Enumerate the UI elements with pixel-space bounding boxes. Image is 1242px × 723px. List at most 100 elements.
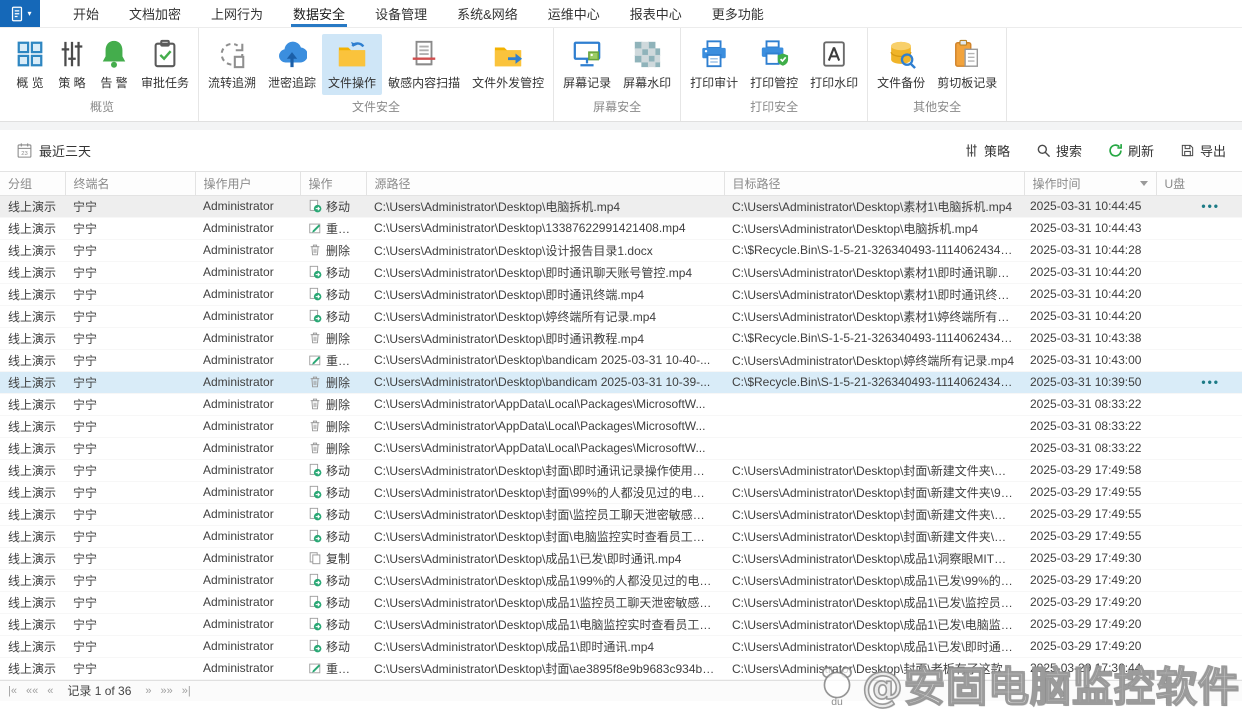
- table-row[interactable]: 线上演示 宁宁 Administrator 移动 C:\Users\Administra…: [0, 569, 1242, 592]
- menu-tab-more-features[interactable]: 更多功能: [697, 0, 779, 27]
- policy-button[interactable]: 策略: [964, 141, 1010, 160]
- refresh-button[interactable]: 刷新: [1108, 141, 1154, 160]
- row-actions-button[interactable]: •••: [1164, 199, 1234, 213]
- ribbon-item-screen-record[interactable]: 屏幕记录: [557, 34, 617, 95]
- menu-tab-report-center[interactable]: 报表中心: [615, 0, 697, 27]
- op-move-icon: [308, 617, 322, 632]
- table-row[interactable]: 线上演示 宁宁 Administrator 删除 C:\Users\Administra…: [0, 371, 1242, 394]
- pager-prev-page-button[interactable]: ««: [26, 685, 38, 697]
- menu-tab-net-behavior[interactable]: 上网行为: [196, 0, 278, 27]
- ribbon-item-print-control[interactable]: 打印管控: [744, 34, 804, 95]
- ribbon-item-screen-watermark[interactable]: 屏幕水印: [617, 34, 677, 95]
- table-row[interactable]: 线上演示 宁宁 Administrator 移动 C:\Users\Administra…: [0, 635, 1242, 658]
- ribbon-item-file-outgoing[interactable]: 文件外发管控: [466, 34, 550, 95]
- cell-target-path: C:\Users\Administrator\Desktop\封面\新建文件夹\…: [724, 503, 1024, 526]
- ribbon-item-leak-track[interactable]: 泄密追踪: [262, 34, 322, 95]
- ribbon-item-flow-trace[interactable]: 流转追溯: [202, 34, 262, 95]
- pager-prev-button[interactable]: «: [47, 685, 53, 697]
- cell-source-path: C:\Users\Administrator\Desktop\成品1\已发\即时…: [366, 547, 724, 570]
- cell-target-path: C:\Users\Administrator\Desktop\成品1\已发\即时…: [724, 635, 1024, 658]
- cell-usb: [1156, 239, 1242, 262]
- table-row[interactable]: 线上演示 宁宁 Administrator 移动 C:\Users\Administra…: [0, 481, 1242, 504]
- export-button[interactable]: 导出: [1180, 141, 1226, 160]
- column-header-1[interactable]: 终端名: [65, 172, 196, 196]
- table-row[interactable]: 线上演示 宁宁 Administrator 删除 C:\Users\Administra…: [0, 327, 1242, 350]
- column-header-2[interactable]: 操作用户: [195, 172, 301, 196]
- column-header-5[interactable]: 目标路径: [724, 172, 1025, 196]
- cell-group: 线上演示: [0, 283, 65, 306]
- table-row[interactable]: 线上演示 宁宁 Administrator 重命名 C:\Users\Administr…: [0, 657, 1242, 680]
- table-row[interactable]: 线上演示 宁宁 Administrator 移动 C:\Users\Administra…: [0, 613, 1242, 636]
- column-header-3[interactable]: 操作: [300, 172, 367, 196]
- table-row[interactable]: 线上演示 宁宁 Administrator 移动 C:\Users\Administra…: [0, 195, 1242, 218]
- search-button[interactable]: 搜索: [1036, 141, 1082, 160]
- ribbon-group-file-security: 流转追溯 泄密追踪 文件操作 敏感内容扫描 文件外发管控 文件安全: [199, 28, 555, 121]
- table-row[interactable]: 线上演示 宁宁 Administrator 重命名 C:\Users\Administr…: [0, 217, 1242, 240]
- ribbon-item-overview[interactable]: 概 览: [9, 34, 51, 95]
- operation-label: 重命名: [326, 661, 363, 676]
- table-row[interactable]: 线上演示 宁宁 Administrator 移动 C:\Users\Administra…: [0, 459, 1242, 482]
- pager-last-button[interactable]: »|: [182, 685, 191, 697]
- ribbon-item-approval-task[interactable]: 审批任务: [135, 34, 195, 95]
- cell-source-path: C:\Users\Administrator\Desktop\封面\ae3895…: [366, 657, 724, 680]
- table-row[interactable]: 线上演示 宁宁 Administrator 删除 C:\Users\Administra…: [0, 415, 1242, 438]
- cell-group: 线上演示: [0, 217, 65, 240]
- table-row[interactable]: 线上演示 宁宁 Administrator 移动 C:\Users\Administra…: [0, 305, 1242, 328]
- pager-next-button[interactable]: »: [145, 685, 151, 697]
- ribbon-item-print-audit[interactable]: 打印审计: [684, 34, 744, 95]
- ribbon-item-print-watermark[interactable]: 打印水印: [804, 34, 864, 95]
- cell-operation: 重命名: [300, 657, 366, 680]
- op-rename-icon: [308, 661, 322, 676]
- ribbon-item-file-backup[interactable]: 文件备份: [871, 34, 931, 95]
- cell-user: Administrator: [195, 261, 300, 284]
- cell-source-path: C:\Users\Administrator\AppData\Local\Pac…: [366, 415, 724, 438]
- ribbon-item-label: 敏感内容扫描: [388, 76, 461, 90]
- menu-tab-data-security[interactable]: 数据安全: [278, 0, 360, 27]
- table-row[interactable]: 线上演示 宁宁 Administrator 移动 C:\Users\Administra…: [0, 503, 1242, 526]
- cell-time: 2025-03-31 10:44:28: [1024, 239, 1156, 262]
- menu-tab-device-mgmt[interactable]: 设备管理: [360, 0, 442, 27]
- menu-tab-ops-center[interactable]: 运维中心: [533, 0, 615, 27]
- op-rename-icon: [308, 221, 322, 236]
- menu-tab-start[interactable]: 开始: [58, 0, 114, 27]
- date-filter-button[interactable]: 23 最近三天: [16, 141, 91, 160]
- table-row[interactable]: 线上演示 宁宁 Administrator 移动 C:\Users\Administra…: [0, 283, 1242, 306]
- cell-operation: 移动: [300, 525, 366, 548]
- menu-tab-system-network[interactable]: 系统&网络: [442, 0, 533, 27]
- ribbon-group-print-security: 打印审计 打印管控 打印水印 打印安全: [681, 28, 869, 121]
- column-header-4[interactable]: 源路径: [366, 172, 725, 196]
- cell-group: 线上演示: [0, 327, 65, 350]
- ribbon-item-sensitive-scan[interactable]: 敏感内容扫描: [382, 34, 466, 95]
- op-delete-icon: [308, 397, 322, 412]
- ribbon-item-alert[interactable]: 告 警: [93, 34, 135, 95]
- table-row[interactable]: 线上演示 宁宁 Administrator 复制 C:\Users\Administra…: [0, 547, 1242, 570]
- operation-label: 移动: [326, 529, 351, 544]
- cell-operation: 移动: [300, 195, 366, 218]
- table-header-row: 分组 终端名 操作用户 操作 源路径 目标路径 操作时间 U盘: [0, 172, 1242, 196]
- pager: |« «« «记录 1 of 36»»» »|: [8, 682, 191, 699]
- table-row[interactable]: 线上演示 宁宁 Administrator 移动 C:\Users\Administra…: [0, 261, 1242, 284]
- ribbon-item-file-ops[interactable]: 文件操作: [322, 34, 383, 95]
- table-row[interactable]: 线上演示 宁宁 Administrator 重命名 C:\Users\Administr…: [0, 349, 1242, 372]
- operation-label: 移动: [326, 595, 351, 610]
- pager-next-page-button[interactable]: »»: [161, 685, 173, 697]
- ribbon-group-other-security: 文件备份 剪切板记录 其他安全: [868, 28, 1008, 121]
- ribbon-item-label: 泄密追踪: [268, 76, 317, 90]
- pager-first-button[interactable]: |«: [8, 685, 17, 697]
- menu-tab-doc-encrypt[interactable]: 文档加密: [114, 0, 196, 27]
- ribbon-item-label: 屏幕记录: [563, 76, 612, 90]
- table-row[interactable]: 线上演示 宁宁 Administrator 移动 C:\Users\Administra…: [0, 525, 1242, 548]
- ribbon-item-clipboard-record[interactable]: 剪切板记录: [931, 34, 1003, 95]
- app-menu-button[interactable]: ▾: [0, 0, 40, 27]
- table-row[interactable]: 线上演示 宁宁 Administrator 删除 C:\Users\Administra…: [0, 437, 1242, 460]
- ribbon-item-policy[interactable]: 策 略: [51, 34, 93, 95]
- column-header-7[interactable]: U盘: [1156, 172, 1242, 196]
- operation-label: 移动: [326, 309, 351, 324]
- row-actions-button[interactable]: •••: [1164, 375, 1234, 389]
- table-row[interactable]: 线上演示 宁宁 Administrator 删除 C:\Users\Administra…: [0, 239, 1242, 262]
- column-header-0[interactable]: 分组: [0, 172, 66, 196]
- table-row[interactable]: 线上演示 宁宁 Administrator 删除 C:\Users\Administra…: [0, 393, 1242, 416]
- sort-dropdown-icon[interactable]: [1139, 181, 1148, 187]
- column-header-6[interactable]: 操作时间: [1024, 172, 1157, 196]
- table-row[interactable]: 线上演示 宁宁 Administrator 移动 C:\Users\Administra…: [0, 591, 1242, 614]
